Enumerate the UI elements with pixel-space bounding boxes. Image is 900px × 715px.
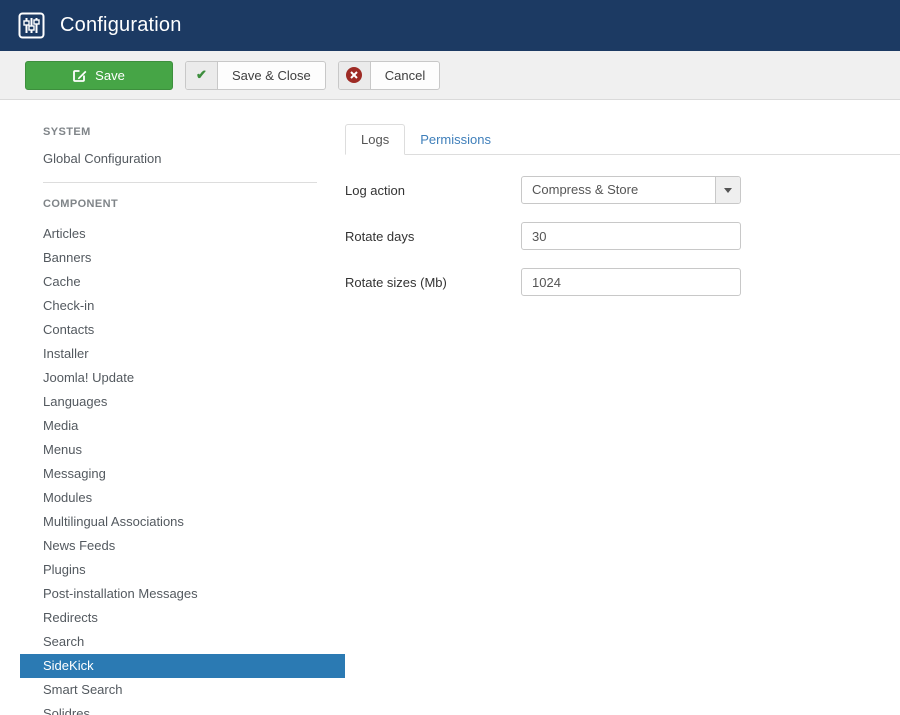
rotate-sizes-input[interactable] [521,268,741,296]
sidebar-heading-component: COMPONENT [20,198,345,210]
save-pencil-icon [73,68,87,82]
logs-form: Log action Compress & Store Rotate days … [345,176,900,296]
log-action-dropdown-button[interactable] [715,177,740,203]
chevron-down-icon [724,188,732,193]
sidebar-item-news-feeds[interactable]: News Feeds [20,534,345,558]
sidebar-item-cache[interactable]: Cache [20,270,345,294]
tab-permissions[interactable]: Permissions [405,125,506,154]
sidebar-item-messaging[interactable]: Messaging [20,462,345,486]
sidebar-item-banners[interactable]: Banners [20,246,345,270]
save-button[interactable]: Save [25,61,173,90]
sidebar-item-modules[interactable]: Modules [20,486,345,510]
rotate-days-label: Rotate days [345,229,521,244]
sidebar-item-media[interactable]: Media [20,414,345,438]
sidebar-item-sidekick[interactable]: SideKick [20,654,345,678]
sidebar-item-post-installation-messages[interactable]: Post-installation Messages [20,582,345,606]
log-action-label: Log action [345,183,521,198]
cancel-icon [339,62,371,89]
log-action-row: Log action Compress & Store [345,176,900,204]
check-icon: ✔ [186,62,218,89]
rotate-days-input[interactable] [521,222,741,250]
sidebar-item-search[interactable]: Search [20,630,345,654]
sidebar-item-languages[interactable]: Languages [20,390,345,414]
sidebar-item-menus[interactable]: Menus [20,438,345,462]
save-close-button-label: Save & Close [218,62,325,89]
app-header: Configuration [0,0,900,51]
cancel-button[interactable]: Cancel [338,61,440,90]
sidebar-item-solidres[interactable]: Solidres [20,702,345,715]
sidebar-item-global-configuration[interactable]: Global Configuration [20,151,345,166]
sidebar-divider [43,182,317,183]
sidebar-item-contacts[interactable]: Contacts [20,318,345,342]
sidebar-item-smart-search[interactable]: Smart Search [20,678,345,702]
sidebar-item-plugins[interactable]: Plugins [20,558,345,582]
save-close-button[interactable]: ✔ Save & Close [185,61,326,90]
sliders-icon [18,12,45,39]
sidebar-item-articles[interactable]: Articles [20,222,345,246]
sidebar-item-joomla-update[interactable]: Joomla! Update [20,366,345,390]
tab-bar: Logs Permissions [345,124,900,155]
rotate-sizes-row: Rotate sizes (Mb) [345,268,900,296]
sidebar-item-check-in[interactable]: Check-in [20,294,345,318]
content-area: SYSTEM Global Configuration COMPONENT Ar… [0,100,900,715]
sidebar-heading-system: SYSTEM [20,126,345,138]
rotate-days-row: Rotate days [345,222,900,250]
rotate-sizes-label: Rotate sizes (Mb) [345,275,521,290]
sidebar: SYSTEM Global Configuration COMPONENT Ar… [0,100,345,715]
page-title: Configuration [60,14,182,37]
cancel-button-label: Cancel [371,62,439,89]
save-button-label: Save [95,68,125,83]
sidebar-component-list: Articles Banners Cache Check-in Contacts… [20,222,345,715]
main-panel: Logs Permissions Log action Compress & S… [345,100,900,715]
tab-logs[interactable]: Logs [345,124,405,155]
log-action-value: Compress & Store [522,177,715,203]
toolbar: Save ✔ Save & Close Cancel [0,51,900,100]
sidebar-item-installer[interactable]: Installer [20,342,345,366]
sidebar-item-redirects[interactable]: Redirects [20,606,345,630]
sidebar-item-multilingual-associations[interactable]: Multilingual Associations [20,510,345,534]
log-action-select[interactable]: Compress & Store [521,176,741,204]
